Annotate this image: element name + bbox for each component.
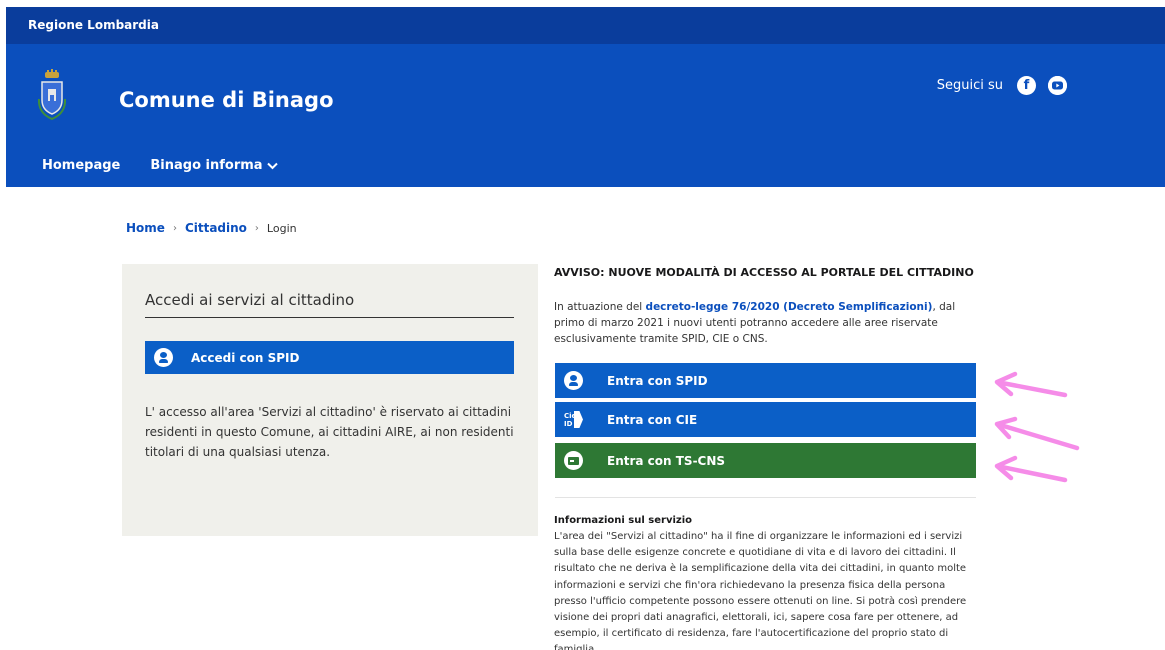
breadcrumb-home[interactable]: Home [126,221,165,235]
nav-binago-informa-label: Binago informa [150,158,263,173]
accedi-spid-button[interactable]: Accedi con SPID [145,341,514,374]
annotation-arrow-cns [994,455,1068,483]
login-panel-title: Accedi ai servizi al cittadino [145,291,514,318]
entra-spid-button[interactable]: Entra con SPID [555,363,976,398]
youtube-icon[interactable] [1048,76,1067,95]
breadcrumb-separator: › [172,222,177,234]
region-bar: Regione Lombardia [6,7,1165,44]
annotation-arrow-spid [994,371,1068,398]
notice-text: In attuazione del decreto-legge 76/2020 … [554,299,974,347]
breadcrumb-cittadino[interactable]: Cittadino [185,221,247,235]
entra-ts-cns-button[interactable]: Entra con TS-CNS [555,443,976,478]
login-panel: Accedi ai servizi al cittadino Accedi co… [122,264,538,536]
chevron-down-icon [266,162,278,169]
breadcrumb-separator: › [254,222,259,234]
user-icon [564,371,583,390]
cie-id-icon: Cie ID [564,410,583,429]
breadcrumb: Home › Cittadino › Login [126,221,297,235]
social-follow: Seguici su f [937,76,1067,95]
main-nav: Homepage Binago informa [42,158,278,173]
site-header: Comune di Binago Seguici su f Homepage B… [6,44,1165,187]
section-divider [555,497,976,498]
annotation-arrow-cie [994,416,1080,451]
smart-card-icon [564,451,583,470]
follow-label: Seguici su [936,78,1003,93]
decreto-link[interactable]: decreto-legge 76/2020 (Decreto Semplific… [646,301,933,313]
municipal-crest-icon[interactable] [36,69,68,125]
entra-spid-label: Entra con SPID [607,373,708,388]
info-text: L'area dei "Servizi al cittadino" ha il … [554,531,967,650]
accedi-spid-label: Accedi con SPID [191,350,300,365]
site-title[interactable]: Comune di Binago [119,88,334,112]
access-description: L' accesso all'area 'Servizi al cittadin… [145,405,514,459]
region-link[interactable]: Regione Lombardia [28,18,159,32]
facebook-icon[interactable]: f [1017,76,1036,95]
breadcrumb-current: Login [266,221,297,235]
user-icon [154,348,173,367]
entra-cie-button[interactable]: Cie ID Entra con CIE [555,402,976,437]
info-title: Informazioni sul servizio [554,515,693,526]
notice-text-before: In attuazione del [554,301,646,313]
annotation-arrows [994,371,1080,483]
entra-ts-cns-label: Entra con TS-CNS [607,453,726,468]
notice-title: AVVISO: NUOVE MODALITÀ DI ACCESSO AL POR… [554,266,974,279]
nav-homepage[interactable]: Homepage [42,158,120,173]
nav-binago-informa[interactable]: Binago informa [150,158,278,173]
entra-cie-label: Entra con CIE [607,412,698,427]
